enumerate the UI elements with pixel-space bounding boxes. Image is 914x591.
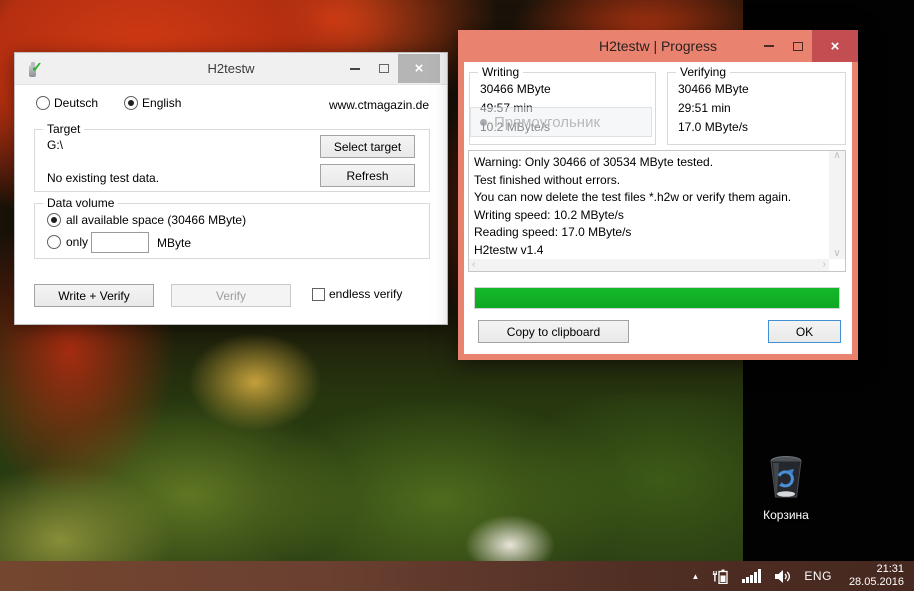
h2testw-progress-window: H2testw | Progress × Writing 30466 MByte… — [458, 30, 858, 360]
close-icon: × — [415, 60, 424, 77]
desktop: Корзина ✓ H2testw × Deutsch — [0, 0, 914, 591]
scroll-right-icon[interactable]: › — [823, 260, 826, 270]
maximize-button[interactable] — [369, 54, 398, 83]
minimize-button[interactable] — [340, 54, 369, 83]
progress-title-bar[interactable]: H2testw | Progress × — [464, 30, 852, 62]
verifying-size: 30466 MByte — [678, 80, 749, 99]
only-label: only — [66, 235, 88, 249]
main-window-client: Deutsch English www.ctmagazin.de Target … — [15, 85, 447, 324]
clock-time: 21:31 — [849, 563, 904, 576]
target-status-text: No existing test data. — [47, 171, 159, 185]
progress-bar-fill — [475, 288, 839, 308]
close-button[interactable]: × — [398, 54, 440, 83]
maximize-icon — [379, 64, 389, 73]
verifying-duration: 29:51 min — [678, 99, 749, 118]
only-option[interactable]: only — [47, 235, 88, 249]
log-line: Warning: Only 30466 of 30534 MByte teste… — [474, 154, 825, 172]
verifying-groupbox: Verifying 30466 MByte 29:51 min 17.0 MBy… — [667, 72, 846, 145]
battery-plug-icon[interactable] — [712, 569, 729, 584]
progress-close-button[interactable]: × — [812, 30, 858, 62]
network-signal-icon[interactable] — [742, 569, 762, 583]
log-line: Reading speed: 17.0 MByte/s — [474, 224, 825, 242]
vertical-scrollbar[interactable]: ∧ ∨ — [829, 151, 845, 259]
writing-speed: 10.2 MByte/s — [480, 118, 551, 137]
endless-verify-label: endless verify — [329, 287, 402, 301]
minimize-icon — [764, 45, 774, 47]
language-option-deutsch[interactable]: Deutsch — [36, 96, 98, 110]
writing-group-label: Writing — [478, 65, 523, 79]
radio-deutsch[interactable] — [36, 96, 50, 110]
writing-groupbox: Writing 30466 MByte 49:57 min 10.2 MByte… — [469, 72, 656, 145]
recycle-bin[interactable]: Корзина — [758, 452, 814, 522]
target-group-label: Target — [43, 122, 84, 136]
progress-maximize-button[interactable] — [783, 30, 812, 62]
radio-deutsch-label: Deutsch — [54, 96, 98, 110]
write-verify-button[interactable]: Write + Verify — [34, 284, 154, 307]
recycle-bin-label: Корзина — [758, 508, 814, 522]
recycle-bin-icon — [764, 452, 808, 500]
clock[interactable]: 21:31 28.05.2016 — [845, 563, 904, 589]
log-line: You can now delete the test files *.h2w … — [474, 189, 825, 207]
scroll-up-icon[interactable]: ∧ — [833, 151, 840, 161]
target-groupbox: Target G:\ No existing test data. Select… — [34, 129, 430, 192]
copy-to-clipboard-button[interactable]: Copy to clipboard — [478, 320, 629, 343]
verifying-speed: 17.0 MByte/s — [678, 118, 749, 137]
result-log-box[interactable]: Warning: Only 30466 of 30534 MByte teste… — [468, 150, 846, 272]
main-title-bar[interactable]: ✓ H2testw × — [15, 53, 447, 85]
scroll-down-icon[interactable]: ∨ — [833, 249, 840, 259]
all-space-option[interactable]: all available space (30466 MByte) — [47, 213, 246, 227]
maximize-icon — [793, 42, 803, 51]
endless-verify-checkbox[interactable] — [312, 288, 325, 301]
log-line: Test finished without errors. — [474, 172, 825, 190]
only-mbyte-input[interactable] — [91, 232, 149, 253]
select-target-button[interactable]: Select target — [320, 135, 415, 158]
website-link[interactable]: www.ctmagazin.de — [329, 98, 429, 112]
language-indicator[interactable]: ENG — [804, 569, 832, 583]
close-icon: × — [831, 38, 840, 55]
clock-date: 28.05.2016 — [849, 576, 904, 589]
speaker-icon[interactable] — [775, 570, 791, 583]
all-space-label: all available space (30466 MByte) — [66, 213, 246, 227]
taskbar[interactable]: ▲ ENG — [0, 561, 914, 591]
log-line: Writing speed: 10.2 MByte/s — [474, 207, 825, 225]
endless-verify-option[interactable]: endless verify — [312, 287, 402, 301]
verifying-group-label: Verifying — [676, 65, 730, 79]
radio-only[interactable] — [47, 235, 61, 249]
writing-size: 30466 MByte — [480, 80, 551, 99]
system-tray: ▲ ENG — [692, 563, 914, 589]
mbyte-unit-label: MByte — [157, 236, 191, 250]
verify-button[interactable]: Verify — [171, 284, 291, 307]
data-volume-groupbox: Data volume all available space (30466 M… — [34, 203, 430, 259]
radio-all-space[interactable] — [47, 213, 61, 227]
tray-expand-icon[interactable]: ▲ — [692, 572, 700, 581]
progress-minimize-button[interactable] — [754, 30, 783, 62]
ok-button[interactable]: OK — [768, 320, 841, 343]
language-option-english[interactable]: English — [124, 96, 181, 110]
log-line: H2testw v1.4 — [474, 242, 825, 260]
scroll-left-icon[interactable]: ‹ — [472, 260, 475, 270]
data-volume-group-label: Data volume — [43, 196, 118, 210]
result-log-text: Warning: Only 30466 of 30534 MByte teste… — [474, 154, 825, 259]
horizontal-scrollbar[interactable]: ‹ › — [469, 259, 829, 271]
refresh-button[interactable]: Refresh — [320, 164, 415, 187]
progress-window-client: Writing 30466 MByte 49:57 min 10.2 MByte… — [464, 62, 852, 354]
progress-bar — [474, 287, 840, 309]
h2testw-main-window: ✓ H2testw × Deutsch English www.ctmagaz — [14, 52, 448, 325]
minimize-icon — [350, 68, 360, 70]
target-drive-path: G:\ — [47, 138, 63, 152]
radio-english-label: English — [142, 96, 181, 110]
radio-english[interactable] — [124, 96, 138, 110]
writing-duration: 49:57 min — [480, 99, 551, 118]
